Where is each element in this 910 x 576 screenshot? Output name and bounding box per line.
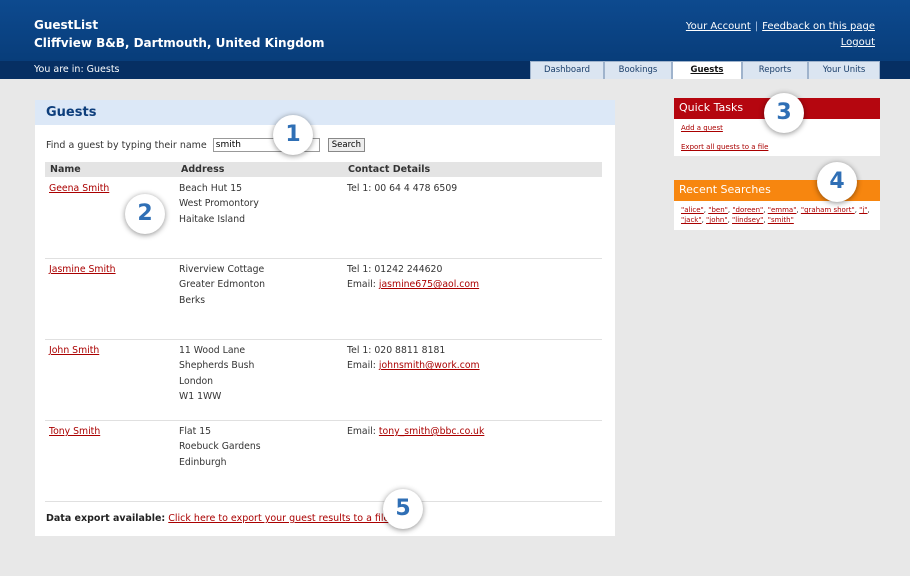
table-row: John Smith 11 Wood Lane Shepherds Bush L… [45, 343, 602, 421]
logout-link[interactable]: Logout [841, 37, 875, 48]
address-cell: Beach Hut 15 West Promontory Haitake Isl… [179, 181, 259, 227]
address-line: London [179, 375, 214, 387]
phone-text: Tel 1: 00 64 4 478 6509 [347, 183, 458, 194]
address-line: Shepherds Bush [179, 360, 255, 372]
recent-search-link[interactable]: "emma" [768, 206, 797, 214]
email-label: Email: [347, 426, 376, 437]
address-line: Greater Edmonton [179, 279, 266, 291]
callout-badge-1: 1 [273, 115, 313, 155]
guest-name-link[interactable]: John Smith [49, 345, 99, 356]
tab-your-units[interactable]: Your Units [808, 61, 880, 79]
export-row: Data export available: Click here to exp… [46, 513, 392, 524]
guest-name-link[interactable]: Jasmine Smith [49, 264, 116, 275]
nav-bar: You are in: Guests Dashboard Bookings Gu… [0, 61, 910, 79]
link-separator: | [754, 21, 759, 32]
recent-search-link[interactable]: "smith" [768, 216, 794, 224]
address-cell: Riverview Cottage Greater Edmonton Berks [179, 262, 265, 308]
address-line: 11 Wood Lane [179, 345, 246, 356]
callout-badge-3: 3 [764, 93, 804, 133]
table-row: Tony Smith Flat 15 Roebuck Gardens Edinb… [45, 424, 602, 502]
address-line: Beach Hut 15 [179, 183, 243, 194]
recent-search-link[interactable]: "jack" [681, 216, 702, 224]
address-line: West Promontory [179, 198, 259, 210]
account-links: Your Account | Feedback on this page Logou… [686, 19, 875, 51]
recent-search-link[interactable]: "lindsey" [732, 216, 763, 224]
feedback-link[interactable]: Feedback on this page [762, 21, 875, 32]
search-label: Find a guest by typing their name [46, 139, 207, 151]
your-account-link[interactable]: Your Account [686, 21, 751, 32]
column-header-address: Address [181, 164, 225, 175]
recent-search-link[interactable]: "doreen" [732, 206, 763, 214]
guest-name-link[interactable]: Tony Smith [49, 426, 100, 437]
breadcrumb: You are in: Guests [34, 64, 120, 75]
tab-dashboard[interactable]: Dashboard [530, 61, 604, 79]
address-cell: Flat 15 Roebuck Gardens Edinburgh [179, 424, 261, 470]
export-results-link[interactable]: Click here to export your guest results … [168, 513, 392, 524]
recent-search-link[interactable]: "john" [706, 216, 728, 224]
tab-guests[interactable]: Guests [672, 61, 742, 79]
address-line: Riverview Cottage [179, 264, 265, 275]
address-line: Edinburgh [179, 456, 227, 468]
guest-name-cell: Tony Smith [49, 424, 100, 439]
recent-search-link[interactable]: "j" [859, 206, 867, 214]
callout-badge-5: 5 [383, 489, 423, 529]
column-header-name: Name [50, 164, 81, 175]
tab-reports[interactable]: Reports [742, 61, 808, 79]
callout-badge-2: 2 [125, 194, 165, 234]
address-cell: 11 Wood Lane Shepherds Bush London W1 1W… [179, 343, 254, 404]
app-name: GuestList [34, 18, 99, 32]
main-tabs: Dashboard Bookings Guests Reports Your U… [530, 61, 880, 79]
table-row: Jasmine Smith Riverview Cottage Greater … [45, 262, 602, 340]
guest-search: Find a guest by typing their name Search [46, 138, 365, 152]
phone-text: Tel 1: 020 8811 8181 [347, 345, 446, 356]
recent-search-link[interactable]: "ben" [708, 206, 728, 214]
add-guest-link[interactable]: Add a guest [681, 124, 723, 132]
email-link[interactable]: johnsmith@work.com [379, 360, 480, 371]
guests-panel: Guests Find a guest by typing their name… [35, 100, 615, 536]
callout-badge-4: 4 [817, 162, 857, 202]
page-title: Guests [35, 100, 615, 125]
email-label: Email: [347, 360, 376, 372]
table-header: Name Address Contact Details [45, 162, 602, 177]
address-line: Berks [179, 294, 206, 306]
guest-name-link[interactable]: Geena Smith [49, 183, 109, 194]
app-header: GuestList Cliffview B&B, Dartmouth, Unit… [0, 0, 910, 61]
export-all-guests-link[interactable]: Export all guests to a file [681, 143, 768, 151]
tab-bookings[interactable]: Bookings [604, 61, 672, 79]
email-link[interactable]: tony_smith@bbc.co.uk [379, 426, 484, 437]
contact-cell: Email: tony_smith@bbc.co.uk [347, 424, 484, 439]
recent-search-link[interactable]: "alice" [681, 206, 704, 214]
recent-search-link[interactable]: "graham short" [801, 206, 855, 214]
guest-name-cell: Geena Smith [49, 181, 109, 196]
contact-cell: Tel 1: 00 64 4 478 6509 [347, 181, 457, 196]
email-label: Email: [347, 279, 376, 291]
address-line: Roebuck Gardens [179, 441, 261, 453]
address-line: W1 1WW [179, 390, 222, 402]
address-line: Flat 15 [179, 426, 212, 437]
column-header-contact: Contact Details [348, 164, 431, 175]
guest-name-cell: John Smith [49, 343, 99, 358]
guest-name-cell: Jasmine Smith [49, 262, 116, 277]
search-button[interactable]: Search [327, 138, 365, 152]
recent-searches-list: "alice", "ben", "doreen", "emma", "graha… [681, 206, 870, 224]
phone-text: Tel 1: 01242 244620 [347, 264, 443, 275]
export-label: Data export available: [46, 513, 166, 524]
address-line: Haitake Island [179, 213, 245, 225]
contact-cell: Tel 1: 020 8811 8181 Email: johnsmith@wo… [347, 343, 480, 374]
property-name: Cliffview B&B, Dartmouth, United Kingdom [34, 36, 325, 50]
contact-cell: Tel 1: 01242 244620 Email: jasmine675@ao… [347, 262, 479, 293]
email-link[interactable]: jasmine675@aol.com [379, 279, 479, 290]
